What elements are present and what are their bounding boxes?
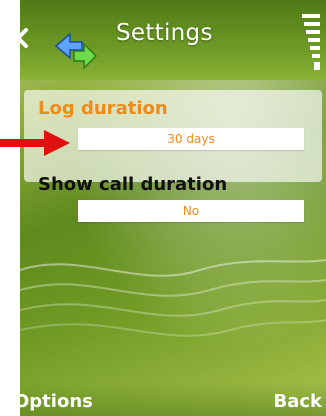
settings-app-icon [54, 32, 98, 70]
annotation-arrow-icon [0, 130, 70, 156]
back-softkey[interactable]: Back [273, 391, 322, 412]
page-title: Settings [116, 20, 213, 46]
wallpaper-waves [20, 259, 326, 337]
softkey-bar: Options Back [20, 382, 326, 416]
options-softkey[interactable]: Options [20, 391, 93, 412]
signal-strength-icon [302, 14, 320, 70]
log-duration-value-field[interactable]: 30 days [78, 128, 304, 150]
close-icon[interactable] [6, 26, 30, 50]
title-bar: Settings [20, 0, 326, 80]
show-call-duration-value-field[interactable]: No [78, 200, 304, 222]
setting-label-log-duration: Log duration [38, 98, 168, 119]
setting-label-show-call-duration: Show call duration [38, 174, 228, 195]
phone-screen: Settings Log duration 30 days Show call … [20, 0, 326, 416]
